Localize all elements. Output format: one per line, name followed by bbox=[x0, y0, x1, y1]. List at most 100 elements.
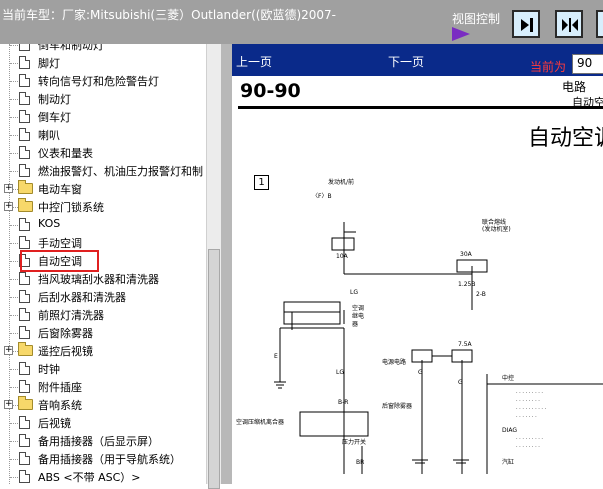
next-page-link[interactable]: 下一页 bbox=[388, 53, 424, 70]
tree-item[interactable]: 倒车和制动灯 bbox=[0, 44, 206, 54]
diagram-label: 发动机/前 bbox=[328, 178, 354, 186]
svg-text:· · · · · · · ·: · · · · · · · · bbox=[516, 398, 540, 404]
wire-code: B-R bbox=[338, 399, 348, 406]
current-model-title: 当前车型：厂家:Mitsubishi(三菱）Outlander((欧蓝德)200… bbox=[2, 8, 337, 22]
tree-scroll-thumb[interactable] bbox=[208, 249, 220, 489]
expand-icon[interactable]: + bbox=[4, 400, 13, 409]
tree-item[interactable]: 喇叭 bbox=[0, 126, 206, 144]
tree-item[interactable]: ABS <不带 ASC）> bbox=[0, 468, 206, 484]
tree-item[interactable]: 倒车灯 bbox=[0, 108, 206, 126]
tree-connector bbox=[10, 171, 18, 172]
svg-text:· · · · · · · ·: · · · · · · · · bbox=[516, 444, 540, 450]
diagram-label: 电源电路 bbox=[382, 358, 406, 366]
tree-item-label: 手动空调 bbox=[38, 237, 82, 250]
tree-item[interactable]: 备用插接器（用于导航系统） bbox=[0, 450, 206, 468]
tree-item[interactable]: 前照灯清洗器 bbox=[0, 306, 206, 324]
tree-item-label: KOS bbox=[38, 217, 61, 230]
document-icon bbox=[19, 146, 30, 159]
tree-connector bbox=[10, 45, 18, 46]
tree-item-label: 仪表和量表 bbox=[38, 147, 93, 160]
collapse-left-pane-button[interactable] bbox=[512, 10, 540, 38]
svg-text:· · · · · · · · ·: · · · · · · · · · bbox=[516, 436, 543, 442]
expand-icon[interactable]: + bbox=[4, 346, 13, 355]
tree-item[interactable]: 后窗除雾器 bbox=[0, 324, 206, 342]
tree-connector bbox=[10, 369, 18, 370]
tree-item-label: 后窗除雾器 bbox=[38, 327, 93, 340]
tree-scrollbar[interactable] bbox=[206, 44, 222, 489]
tree-item[interactable]: 附件插座 bbox=[0, 378, 206, 396]
diagram-label: 空调压缩机离合器 bbox=[236, 418, 284, 426]
document-icon bbox=[19, 164, 30, 177]
diagram-label: E bbox=[274, 353, 278, 360]
pane-splitter[interactable] bbox=[221, 44, 232, 484]
diagram-label: 压力开关 bbox=[342, 438, 366, 446]
folder-icon bbox=[18, 198, 33, 212]
header-rule bbox=[238, 106, 603, 109]
tree-item[interactable]: 挡风玻璃刮水器和清洗器 bbox=[0, 270, 206, 288]
tree-connector bbox=[10, 297, 18, 298]
document-title: 自动空调 bbox=[528, 126, 603, 151]
tree-item[interactable]: + 电动车窗 bbox=[0, 180, 206, 198]
tree-item[interactable]: 制动灯 bbox=[0, 90, 206, 108]
diagram-label: 中控 bbox=[502, 374, 514, 382]
tree-connector bbox=[10, 279, 18, 280]
document-icon bbox=[19, 434, 30, 447]
tree-item[interactable]: 燃油报警灯、机油压力报警灯和制 bbox=[0, 162, 206, 180]
wire-code: LG bbox=[350, 289, 358, 296]
document-viewer: 上一页 下一页 当前为 90 90-90 电路 自动空 自动空调 1 bbox=[232, 44, 603, 484]
tree-item[interactable]: 仪表和量表 bbox=[0, 144, 206, 162]
tree-item-label: 倒车灯 bbox=[38, 111, 71, 124]
tree-connector bbox=[10, 333, 18, 334]
tree-item-label: 中控门锁系统 bbox=[38, 201, 104, 214]
folder-icon bbox=[18, 180, 33, 194]
tree-item-label: ABS <不带 ASC）> bbox=[38, 471, 141, 484]
tree-connector bbox=[10, 63, 18, 64]
prev-page-link[interactable]: 上一页 bbox=[236, 53, 272, 70]
tree-item[interactable]: 转向信号灯和危险警告灯 bbox=[0, 72, 206, 90]
tree-item-label: 燃油报警灯、机油压力报警灯和制 bbox=[38, 165, 203, 178]
tree-item[interactable]: 后视镜 bbox=[0, 414, 206, 432]
tree-item[interactable]: + 遥控后视镜 bbox=[0, 342, 206, 360]
expand-icon[interactable]: + bbox=[4, 202, 13, 211]
wire-code: 2-B bbox=[476, 291, 486, 298]
view-control-label: 视图控制 bbox=[452, 12, 501, 26]
svg-text:· · · · · · ·: · · · · · · · bbox=[516, 414, 537, 420]
document-icon bbox=[19, 236, 30, 249]
tree-item[interactable]: 后刮水器和清洗器 bbox=[0, 288, 206, 306]
view-control-arrow-icon[interactable] bbox=[452, 27, 470, 41]
diagram-label: 继电 bbox=[352, 312, 364, 320]
tree-item-label: 挡风玻璃刮水器和清洗器 bbox=[38, 273, 159, 286]
tree-connector bbox=[10, 81, 18, 82]
document-icon bbox=[19, 380, 30, 393]
tree-item[interactable]: 时钟 bbox=[0, 360, 206, 378]
diagram-label: DIAG bbox=[502, 427, 517, 434]
tree-connector bbox=[10, 117, 18, 118]
tree-item[interactable]: 备用插接器（后显示屏） bbox=[0, 432, 206, 450]
diagram-label: 〈F〉B bbox=[312, 193, 332, 200]
tree-connector bbox=[10, 261, 18, 262]
tree-item[interactable]: 脚灯 bbox=[0, 54, 206, 72]
split-view-icon bbox=[562, 18, 578, 32]
top-header: 当前车型：厂家:Mitsubishi(三菱）Outlander((欧蓝德)200… bbox=[0, 0, 603, 44]
document-icon bbox=[19, 470, 30, 483]
svg-text:· · · · · · · · ·: · · · · · · · · · bbox=[516, 390, 543, 396]
expand-right-pane-button[interactable] bbox=[596, 10, 603, 38]
tree-item[interactable]: + 音响系统 bbox=[0, 396, 206, 414]
expand-icon[interactable]: + bbox=[4, 184, 13, 193]
diagram-label: 空调 bbox=[352, 304, 364, 312]
split-view-button[interactable] bbox=[555, 10, 583, 38]
tree-connector bbox=[10, 225, 18, 226]
document-icon bbox=[19, 44, 30, 51]
tree-item[interactable]: + 中控门锁系统 bbox=[0, 198, 206, 216]
document-icon bbox=[19, 272, 30, 285]
selected-item-highlight bbox=[20, 250, 99, 272]
tree-connector bbox=[10, 387, 18, 388]
tree-connector bbox=[10, 315, 18, 316]
tree-item-label: 音响系统 bbox=[38, 399, 82, 412]
page-number-input[interactable]: 90 bbox=[572, 54, 603, 74]
tree-item-label: 备用插接器（用于导航系统） bbox=[38, 453, 181, 466]
tree-item[interactable]: KOS bbox=[0, 216, 206, 234]
diagram-label: 汽缸 bbox=[502, 458, 514, 466]
diagram-label: 联合熔线 bbox=[482, 218, 506, 226]
wire-code: G bbox=[458, 379, 463, 386]
